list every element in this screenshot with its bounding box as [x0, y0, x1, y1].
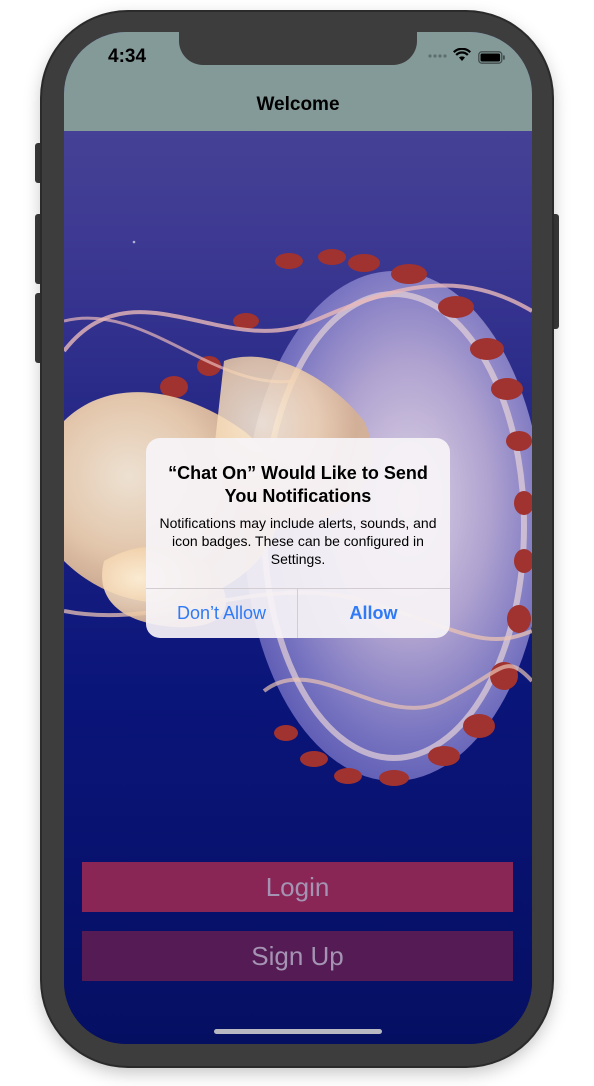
notification-permission-alert: “Chat On” Would Like to Send You Notific…: [146, 438, 450, 638]
signal-dots-icon: [428, 54, 447, 58]
sign-up-button[interactable]: Sign Up: [82, 931, 513, 981]
home-indicator[interactable]: [214, 1029, 382, 1034]
battery-icon: [478, 51, 505, 64]
login-button[interactable]: Login: [82, 862, 513, 912]
wifi-icon: [453, 48, 471, 61]
alert-message: Notifications may include alerts, sounds…: [159, 515, 437, 567]
app-screen: 4:34 Welcome “Chat On” Would Like to Sen…: [64, 32, 532, 1044]
device-notch: [179, 32, 417, 65]
status-time: 4:34: [108, 46, 147, 67]
navigation-bar: 4:34 Welcome: [64, 32, 532, 131]
alert-title: “Chat On” Would Like to Send You Notific…: [168, 463, 428, 506]
page-title: Welcome: [256, 94, 340, 115]
allow-button[interactable]: Allow: [298, 588, 449, 638]
dont-allow-button[interactable]: Don’t Allow: [146, 588, 297, 638]
power-button: [551, 214, 559, 329]
